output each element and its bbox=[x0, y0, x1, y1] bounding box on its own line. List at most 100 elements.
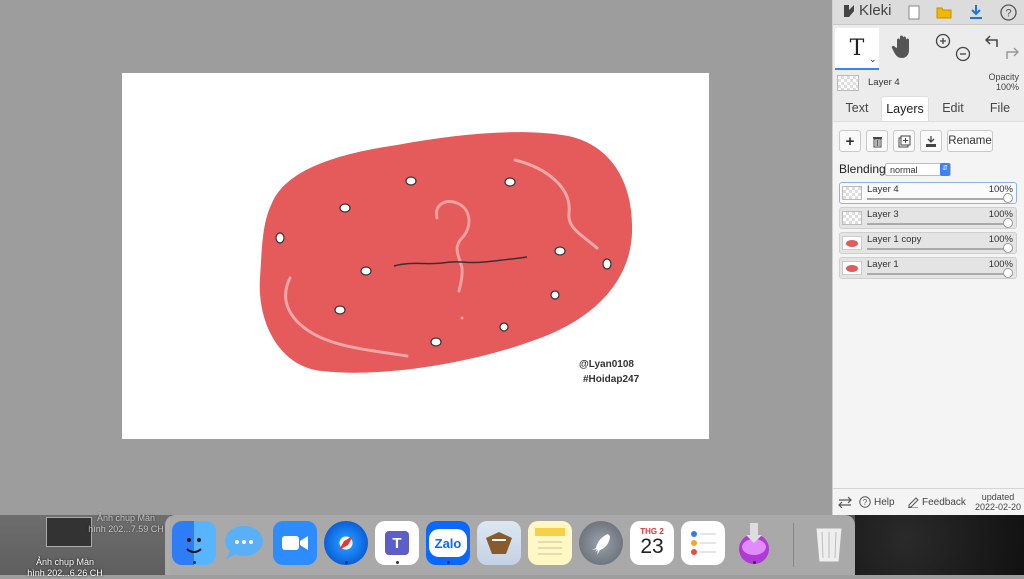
running-indicator bbox=[395, 561, 399, 564]
updated-info: updated 2022-02-20 bbox=[975, 492, 1021, 512]
layer-opacity-slider[interactable] bbox=[867, 248, 1006, 250]
panel-tabs: Text Layers Edit File bbox=[833, 96, 1024, 122]
help-link[interactable]: ? Help bbox=[859, 496, 895, 508]
layer-row[interactable]: Layer 1 copy 100% bbox=[839, 232, 1017, 254]
feedback-icon bbox=[908, 497, 919, 508]
layer-opacity-slider[interactable] bbox=[867, 223, 1006, 225]
drawing-workspace[interactable]: @Lyan0108 #Hoidap247 bbox=[0, 0, 832, 515]
desktop-right-area bbox=[855, 515, 1024, 575]
drawing-canvas[interactable]: @Lyan0108 #Hoidap247 bbox=[122, 73, 709, 439]
current-layer-name: Layer 4 bbox=[868, 77, 900, 88]
macos-dock: T Zalo THG 2 23 bbox=[165, 515, 855, 575]
new-image-icon[interactable] bbox=[905, 3, 923, 21]
screenshot-thumbnail[interactable] bbox=[46, 517, 92, 547]
layer-thumbnail bbox=[842, 261, 862, 275]
svg-text:?: ? bbox=[863, 498, 868, 507]
desktop-file-label[interactable]: Ảnh chụp Màn hình 202...7.59 CH bbox=[88, 513, 164, 535]
calendar-icon[interactable]: THG 2 23 bbox=[630, 521, 674, 565]
messages-icon[interactable] bbox=[222, 521, 266, 565]
kleki-logo[interactable]: Kleki bbox=[841, 2, 892, 19]
layer-opacity-knob[interactable] bbox=[1003, 268, 1013, 278]
blending-label: Blending bbox=[839, 162, 886, 176]
swap-arrows-icon[interactable] bbox=[838, 496, 852, 511]
running-indicator bbox=[344, 561, 348, 564]
layer-row[interactable]: Layer 4 100% bbox=[839, 182, 1017, 204]
installer-icon[interactable] bbox=[732, 521, 776, 565]
layer-name: Layer 4 bbox=[867, 184, 899, 195]
layer-name: Layer 3 bbox=[867, 209, 899, 220]
duplicate-layer-button[interactable] bbox=[893, 130, 915, 152]
text-tool-icon: T bbox=[849, 35, 865, 61]
download-icon[interactable] bbox=[967, 3, 985, 21]
plus-icon: + bbox=[845, 132, 855, 150]
add-layer-button[interactable]: + bbox=[839, 130, 861, 152]
layer-thumbnail bbox=[842, 211, 862, 225]
current-layer-header: Layer 4 Opacity 100% bbox=[833, 70, 1024, 96]
file-name-line: Ảnh chụp Màn bbox=[35, 557, 95, 567]
blending-select[interactable]: normal ⇵ bbox=[885, 163, 951, 176]
feedback-label: Feedback bbox=[922, 496, 966, 508]
select-arrow-icon: ⇵ bbox=[940, 163, 950, 176]
tab-file[interactable]: File bbox=[985, 96, 1015, 120]
layer-name: Layer 1 copy bbox=[867, 234, 922, 245]
layer-opacity-slider[interactable] bbox=[867, 273, 1006, 275]
updated-label: updated bbox=[981, 492, 1015, 502]
undo-icon[interactable] bbox=[984, 34, 1001, 53]
layer-name: Layer 1 bbox=[867, 259, 899, 270]
tab-text[interactable]: Text bbox=[841, 96, 873, 120]
layer-opacity-knob[interactable] bbox=[1003, 243, 1013, 253]
layer-row[interactable]: Layer 3 100% bbox=[839, 207, 1017, 229]
layer-opacity-knob[interactable] bbox=[1003, 193, 1013, 203]
zoom-out-icon[interactable] bbox=[955, 46, 971, 67]
layer-opacity-slider[interactable] bbox=[867, 198, 1006, 200]
mail-icon[interactable] bbox=[477, 521, 521, 565]
help-circle-icon[interactable]: ? bbox=[999, 3, 1017, 21]
app-name: Kleki bbox=[859, 2, 892, 19]
signature-username: @Lyan0108 bbox=[579, 359, 634, 370]
feedback-link[interactable]: Feedback bbox=[907, 496, 966, 508]
file-name-line: Ảnh chụp Màn bbox=[96, 513, 156, 523]
teams-icon[interactable]: T bbox=[375, 521, 419, 565]
rename-button[interactable]: Rename bbox=[947, 130, 993, 152]
trash-icon[interactable] bbox=[807, 521, 851, 565]
reminders-icon[interactable] bbox=[681, 521, 725, 565]
svg-text:?: ? bbox=[1005, 7, 1011, 19]
tool-row: T ⌄ bbox=[833, 26, 1024, 70]
help-icon: ? bbox=[859, 496, 871, 508]
merge-down-icon bbox=[926, 135, 936, 147]
safari-icon[interactable] bbox=[324, 521, 368, 565]
opacity-label: Opacity bbox=[988, 72, 1019, 82]
calendar-day: 23 bbox=[640, 534, 664, 558]
layer-thumbnail bbox=[842, 186, 862, 200]
layers-panel: + Rename Blending normal ⇵ Layer 4 100% … bbox=[833, 121, 1024, 516]
question-mark-dot bbox=[460, 316, 464, 320]
tab-edit[interactable]: Edit bbox=[937, 96, 969, 120]
zoom-in-icon[interactable] bbox=[935, 33, 951, 54]
dock-divider bbox=[793, 523, 794, 567]
hand-tool-icon[interactable] bbox=[891, 34, 915, 65]
delete-layer-button[interactable] bbox=[866, 130, 888, 152]
zalo-icon[interactable]: Zalo bbox=[426, 521, 470, 565]
file-name-line: hình 202...6.26 CH bbox=[27, 568, 103, 578]
open-folder-icon[interactable] bbox=[935, 3, 953, 21]
running-indicator bbox=[752, 561, 756, 564]
opacity-value: 100% bbox=[995, 82, 1019, 92]
teams-letter: T bbox=[385, 531, 409, 555]
merge-down-button[interactable] bbox=[920, 130, 942, 152]
layer-row[interactable]: Layer 1 100% bbox=[839, 257, 1017, 279]
running-indicator bbox=[192, 561, 196, 564]
launchpad-icon[interactable] bbox=[579, 521, 623, 565]
layer-opacity-knob[interactable] bbox=[1003, 218, 1013, 228]
updated-date: 2022-02-20 bbox=[974, 502, 1021, 512]
finder-icon[interactable] bbox=[172, 521, 216, 565]
zoom-icon[interactable] bbox=[273, 521, 317, 565]
tab-layers[interactable]: Layers bbox=[881, 96, 929, 121]
help-label: Help bbox=[874, 496, 895, 508]
desktop-file-label[interactable]: Ảnh chụp Màn hình 202...6.26 CH bbox=[20, 557, 110, 579]
notes-icon[interactable] bbox=[528, 521, 572, 565]
panel-footer: ? Help Feedback updated 2022-02-20 bbox=[833, 488, 1024, 516]
chevron-down-icon[interactable]: ⌄ bbox=[869, 54, 877, 65]
redo-icon[interactable] bbox=[1003, 46, 1020, 65]
file-name-line: hình 202...7.59 CH bbox=[88, 524, 164, 534]
current-layer-thumbnail bbox=[837, 75, 859, 91]
